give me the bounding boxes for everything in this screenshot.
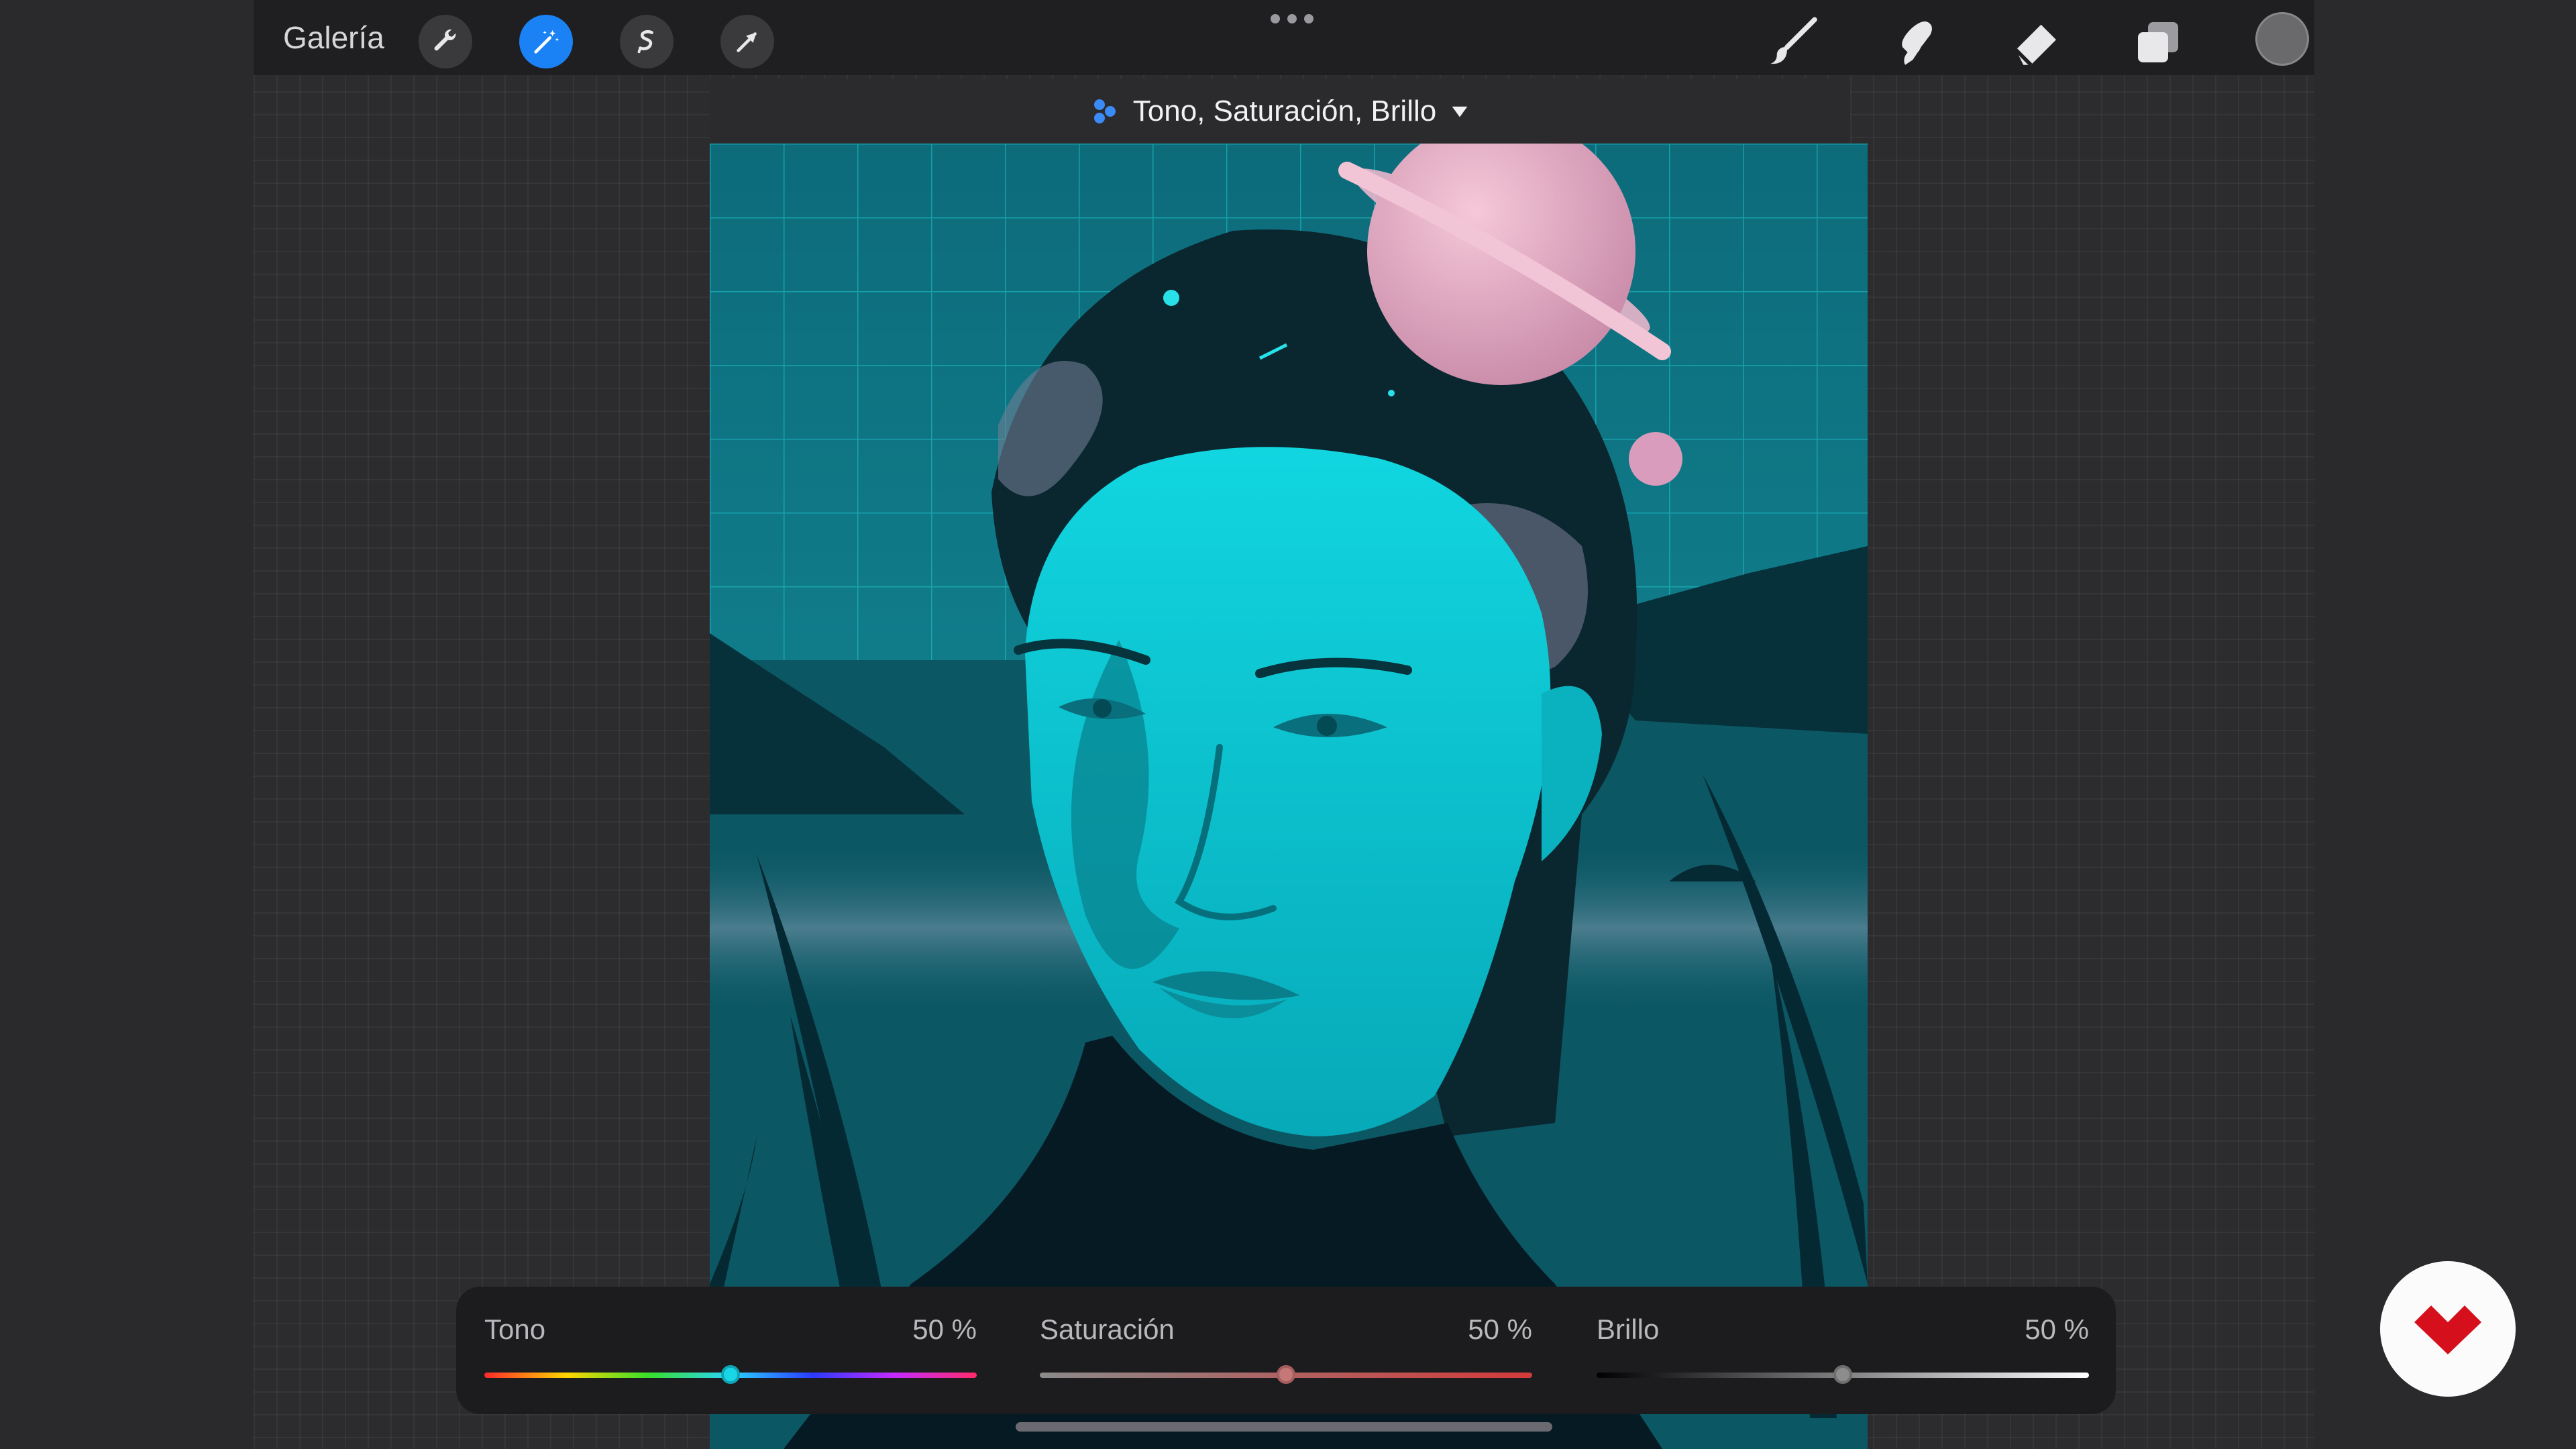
more-options-handle[interactable] <box>1271 5 1313 32</box>
adjustment-title-bar[interactable]: Tono, Saturación, Brillo <box>710 79 1850 144</box>
hue-slider-group: Tono 50 % <box>484 1313 977 1394</box>
magic-wand-icon <box>534 30 559 54</box>
actions-button[interactable] <box>419 15 472 68</box>
hsb-sliders-panel: Tono 50 % Saturación 50 % Brillo 50 % <box>456 1287 2116 1414</box>
brush-button[interactable] <box>1764 12 1825 72</box>
chevron-down-icon[interactable] <box>1448 100 1471 123</box>
eraser-button[interactable] <box>2006 12 2066 72</box>
procreate-app: Galería Tono, Saturación, Brillo Tono 50… <box>254 0 2314 1449</box>
selection-icon <box>637 30 653 54</box>
selection-button[interactable] <box>620 15 674 68</box>
saturation-label: Saturación <box>1040 1313 1175 1345</box>
adjustment-title: Tono, Saturación, Brillo <box>1132 95 1437 127</box>
top-toolbar: Galería <box>254 0 2314 75</box>
wrench-icon <box>434 29 456 51</box>
saturation-value: 50 % <box>1468 1313 1532 1345</box>
hue-value: 50 % <box>912 1313 977 1345</box>
saturation-slider-group: Saturación 50 % <box>1040 1313 1532 1394</box>
hue-slider-thumb[interactable] <box>721 1365 740 1384</box>
brightness-slider-thumb[interactable] <box>1833 1365 1852 1384</box>
brand-logo-icon <box>2414 1305 2481 1354</box>
transform-button[interactable] <box>720 15 774 68</box>
layers-button[interactable] <box>2128 12 2188 72</box>
transform-arrow-icon <box>737 32 757 52</box>
brightness-label: Brillo <box>1597 1313 1660 1345</box>
brightness-slider-group: Brillo 50 % <box>1597 1313 2089 1394</box>
brightness-value: 50 % <box>2025 1313 2089 1345</box>
color-swatch-button[interactable] <box>2255 12 2309 66</box>
home-indicator <box>1016 1422 1552 1432</box>
hsb-icon <box>1093 99 1116 123</box>
saturation-slider-thumb[interactable] <box>1277 1365 1295 1384</box>
brand-logo <box>2380 1261 2516 1397</box>
gallery-button[interactable]: Galería <box>283 15 384 60</box>
smudge-button[interactable] <box>1885 12 1945 72</box>
hue-label: Tono <box>484 1313 546 1345</box>
adjustments-button[interactable] <box>519 15 573 68</box>
artwork-canvas[interactable] <box>710 144 1868 1449</box>
